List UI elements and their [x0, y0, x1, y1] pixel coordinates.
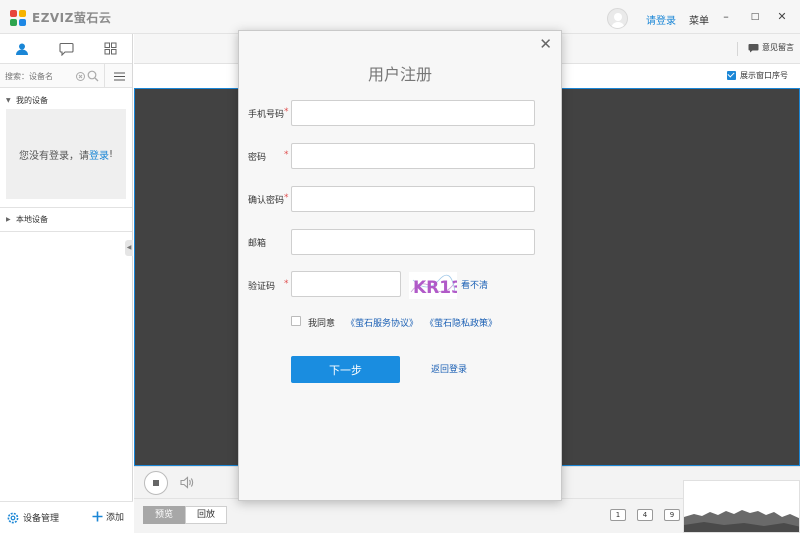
show-window-number-label: 展示窗口序号 [740, 71, 788, 80]
add-device-button[interactable]: 添加 [92, 510, 124, 523]
my-devices-label: 我的设备 [16, 96, 48, 105]
search-icon[interactable] [87, 70, 99, 82]
not-logged-prefix: 您没有登录，请 [18, 150, 89, 162]
dialog-close-button[interactable]: ✕ [539, 36, 552, 52]
email-input[interactable] [291, 229, 535, 255]
next-step-button[interactable]: 下一步 [291, 356, 400, 383]
login-link[interactable]: 请登录 [646, 12, 676, 27]
maximize-button[interactable]: □ [747, 9, 763, 25]
inline-login-link[interactable]: 登录 [89, 147, 109, 162]
tab-preview[interactable]: 预览 [143, 506, 185, 524]
confirm-password-input[interactable] [291, 186, 535, 212]
required-mark: * [284, 107, 289, 117]
tab-messages[interactable] [44, 34, 88, 63]
register-dialog: ✕ 用户注册 手机号码 * 密码 * 确认密码 * 邮箱 验证码 * KR13 … [238, 30, 562, 501]
collapse-panel-handle[interactable]: ◀ [125, 240, 133, 256]
layout-1-button[interactable]: 1 [610, 509, 626, 521]
captcha-input[interactable] [291, 271, 401, 297]
phone-input[interactable] [291, 100, 535, 126]
tab-grid[interactable] [88, 34, 132, 63]
section-divider [0, 231, 132, 232]
device-manage-button[interactable]: 设备管理 [7, 511, 59, 524]
volume-icon[interactable] [180, 476, 194, 489]
user-icon [16, 43, 28, 55]
gear-icon [7, 512, 19, 523]
toolbar-separator [737, 42, 738, 56]
user-avatar[interactable] [607, 8, 628, 29]
local-devices-label: 本地设备 [16, 215, 48, 224]
phone-label: 手机号码 [248, 110, 285, 120]
dialog-title: 用户注册 [367, 65, 432, 84]
plus-icon [92, 511, 103, 522]
required-mark: * [284, 193, 289, 203]
feedback-label: 意见留言 [762, 43, 794, 52]
landscape-thumbnail [684, 481, 799, 532]
thumbnail-image [683, 480, 800, 533]
chat-bubble-icon [58, 42, 74, 56]
list-view-button[interactable] [104, 64, 133, 88]
feedback-button[interactable]: 意见留言 [748, 42, 794, 53]
title-bar: EZVIZ萤石云 请登录 菜单 – □ ✕ [0, 0, 800, 34]
agree-checkbox[interactable] [291, 316, 301, 326]
collapsed-triangle-icon: ▶ [6, 216, 11, 223]
service-agreement-link[interactable]: 《萤石服务协议》 [346, 316, 418, 329]
captcha-image[interactable]: KR13 [409, 272, 463, 299]
email-label: 邮箱 [248, 239, 267, 249]
show-window-number-toggle[interactable]: 展示窗口序号 [727, 70, 788, 81]
section-divider [0, 207, 132, 208]
password-input[interactable] [291, 143, 535, 169]
add-label: 添加 [106, 513, 125, 523]
layout-9-button[interactable]: 9 [664, 509, 680, 521]
my-devices-section[interactable]: ▼ 我的设备 [0, 92, 132, 109]
logo-icon [10, 9, 26, 26]
agree-label: 我同意 [308, 319, 336, 329]
checkbox-checked[interactable] [727, 71, 736, 80]
comment-icon [748, 43, 759, 52]
required-mark: * [284, 150, 289, 160]
captcha-label: 验证码 [248, 282, 276, 292]
minimize-button[interactable]: – [718, 9, 734, 25]
brand-name: EZVIZ萤石云 [32, 11, 112, 25]
tab-playback[interactable]: 回放 [185, 506, 227, 524]
not-logged-suffix: ! [108, 148, 113, 160]
layout-4-button[interactable]: 4 [637, 509, 653, 521]
left-panel: ▼ 我的设备 您没有登录，请登录! ▶ 本地设备 ◀ 设备管理 添加 [0, 34, 133, 533]
expanded-triangle-icon: ▼ [6, 97, 11, 104]
close-window-button[interactable]: ✕ [774, 9, 790, 25]
device-manage-label: 设备管理 [23, 514, 60, 524]
local-devices-section[interactable]: ▶ 本地设备 [0, 211, 132, 228]
app-logo: EZVIZ萤石云 [10, 9, 111, 26]
device-search [0, 64, 132, 88]
privacy-policy-link[interactable]: 《萤石隐私政策》 [425, 316, 497, 329]
required-mark: * [284, 279, 289, 289]
stop-button[interactable] [144, 471, 168, 495]
search-input[interactable] [5, 69, 75, 83]
left-footer: 设备管理 添加 [0, 501, 133, 533]
not-logged-in-notice: 您没有登录，请 登录! [6, 109, 126, 199]
grid-icon [104, 42, 116, 55]
confirm-password-label: 确认密码 [248, 196, 285, 206]
back-to-login-link[interactable]: 返回登录 [431, 362, 467, 375]
menu-button[interactable]: 菜单 [689, 12, 709, 27]
left-tabs [0, 34, 132, 64]
password-label: 密码 [248, 153, 267, 163]
refresh-captcha-link[interactable]: 看不清 [461, 278, 488, 291]
captcha-text: KR13 [413, 278, 457, 298]
tab-devices[interactable] [0, 34, 44, 63]
clear-icon[interactable] [76, 72, 85, 81]
list-icon [113, 71, 125, 81]
